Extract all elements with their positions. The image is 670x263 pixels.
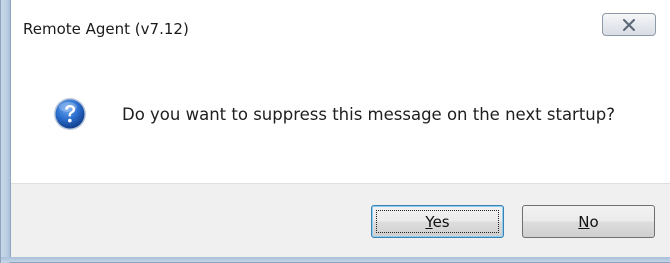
close-button[interactable]	[602, 13, 656, 36]
button-bar: Yes No	[11, 183, 670, 258]
title-bar[interactable]: Remote Agent (v7.12)	[11, 0, 670, 50]
yes-button[interactable]: Yes	[371, 205, 504, 238]
yes-mnemonic: Y	[425, 212, 433, 231]
question-icon	[53, 97, 87, 131]
window-title: Remote Agent (v7.12)	[23, 20, 189, 38]
close-icon	[622, 18, 636, 31]
window-frame-left	[1, 0, 11, 263]
no-mnemonic: N	[578, 212, 590, 231]
no-label-rest: o	[589, 212, 599, 231]
no-button[interactable]: No	[522, 205, 655, 238]
dialog-content: Do you want to suppress this message on …	[11, 50, 670, 183]
yes-label-rest: es	[432, 212, 450, 231]
yes-button-label: Yes	[425, 213, 449, 231]
dialog-window: Remote Agent (v7.12) Do you want to supp…	[0, 0, 670, 263]
window-frame-bottom	[1, 257, 670, 262]
no-button-label: No	[578, 213, 598, 231]
dialog-message: Do you want to suppress this message on …	[122, 105, 615, 124]
